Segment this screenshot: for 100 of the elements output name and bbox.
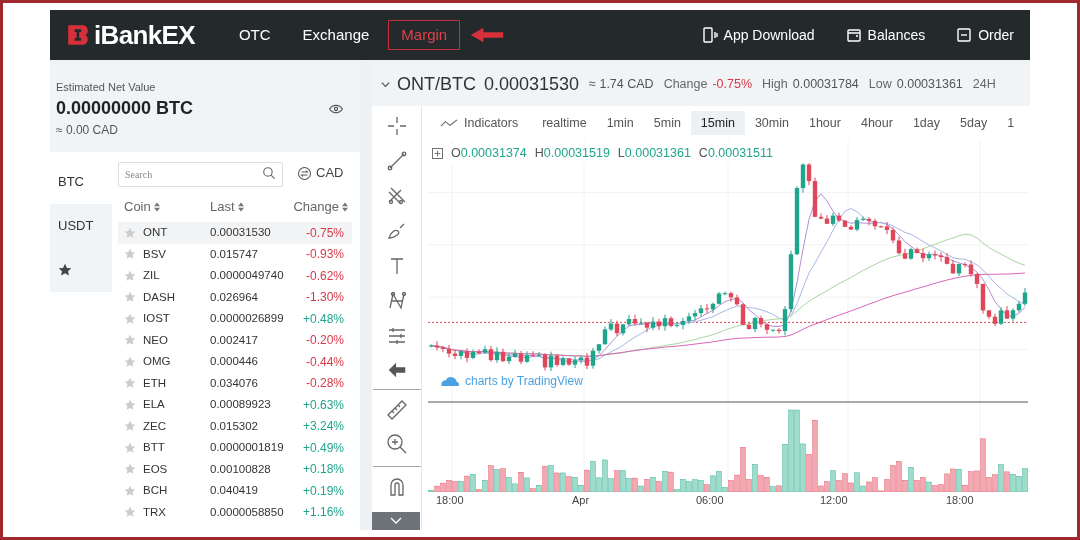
star-icon[interactable]	[124, 291, 136, 304]
interval-tab[interactable]: realtime	[532, 111, 597, 135]
change-value: -0.62%	[304, 267, 345, 285]
column-header[interactable]: Last	[210, 197, 290, 217]
coin-name: IOST	[143, 311, 171, 327]
header-button[interactable]: App Download	[700, 24, 815, 46]
market-row[interactable]: BCH 0.040419 +0.19%	[118, 480, 352, 502]
coin-name: DASH	[143, 289, 176, 305]
document-icon	[955, 26, 974, 44]
market-row[interactable]: OMG 0.000446 -0.44%	[118, 351, 352, 373]
change-value: +0.19%	[301, 482, 345, 500]
market-row[interactable]: ONT 0.00031530 -0.75%	[118, 222, 352, 244]
star-icon[interactable]	[124, 398, 136, 411]
stat-label: 24H	[972, 75, 996, 93]
market-tab[interactable]: USDT	[50, 204, 112, 248]
interval-tab[interactable]: 15min	[690, 111, 745, 135]
star-icon[interactable]	[124, 506, 136, 519]
header-button[interactable]: Balances	[844, 24, 926, 46]
coin-name: EOS	[143, 461, 169, 477]
star-icon[interactable]	[124, 312, 136, 325]
wallet-icon	[844, 26, 863, 44]
change-value: +0.18%	[301, 461, 345, 479]
interval-tab[interactable]: 30min	[744, 111, 799, 135]
coin-name: ONT	[143, 225, 169, 241]
change-value: +1.16%	[301, 504, 345, 522]
interval-tab[interactable]: 5min	[643, 111, 691, 135]
stat-label: Low	[868, 75, 892, 93]
time-label: 12:00	[820, 493, 848, 508]
interval-tab[interactable]: 1	[997, 111, 1025, 135]
change-value: -0.20%	[304, 332, 345, 350]
market-row[interactable]: ETH 0.034076 -0.28%	[118, 372, 352, 394]
market-row[interactable]: TRX 0.0000058850 +1.16%	[118, 501, 352, 523]
stat-value: 0.00031361	[896, 75, 963, 93]
star-icon[interactable]	[124, 463, 136, 476]
last-price: 0.026964	[210, 289, 259, 305]
stat-label: Change	[663, 75, 708, 93]
last-price: 0.0000026899	[210, 311, 285, 327]
time-label: Apr	[572, 493, 590, 508]
interval-tab[interactable]: 4hour	[850, 111, 903, 135]
market-row[interactable]: BSV 0.015747 -0.93%	[118, 243, 352, 265]
header-button[interactable]: Order	[955, 24, 1014, 46]
last-price: 0.015302	[210, 418, 259, 434]
star-icon[interactable]	[124, 269, 136, 282]
change-value: -0.28%	[304, 375, 345, 393]
change-value: +0.63%	[301, 396, 345, 414]
currency-toggle[interactable]: CAD	[297, 163, 344, 183]
interval-tab[interactable]: 1min	[596, 111, 644, 135]
scroll-down-button[interactable]	[372, 512, 420, 530]
star-icon[interactable]	[124, 226, 136, 239]
market-row[interactable]: BTT 0.0000001819 +0.49%	[118, 437, 352, 459]
market-row[interactable]: ELA 0.00089923 +0.63%	[118, 394, 352, 416]
last-price: 0.00089923	[210, 397, 272, 413]
coin-name: BCH	[143, 483, 169, 499]
star-icon[interactable]	[124, 248, 136, 261]
exchange-icon	[297, 165, 312, 181]
time-label: 18:00	[946, 493, 974, 508]
sort-icon	[342, 202, 348, 212]
market-row[interactable]: DASH 0.026964 -1.30%	[118, 286, 352, 308]
logo-text: iBankEX	[94, 18, 195, 52]
market-row[interactable]: ZEC 0.015302 +3.24%	[118, 415, 352, 437]
ohlc-value: O0.00031374	[451, 145, 527, 162]
interval-tab[interactable]: 1day	[902, 111, 951, 135]
time-label: 06:00	[696, 493, 724, 508]
star-icon[interactable]	[124, 441, 136, 454]
market-row[interactable]: ZIL 0.0000049740 -0.62%	[118, 265, 352, 287]
star-icon	[58, 263, 72, 277]
wave-icon	[440, 118, 458, 128]
search-field[interactable]: Search	[118, 161, 283, 187]
account-fiat: ≈ 0.00 CAD	[56, 122, 119, 140]
ohlc-value: H0.00031519	[534, 145, 610, 162]
star-icon[interactable]	[124, 377, 136, 390]
nav-link[interactable]: Exchange	[289, 19, 383, 51]
time-label: 18:00	[436, 493, 464, 508]
last-price: 0.034076	[210, 375, 259, 391]
last-price: 0.0000058850	[210, 504, 285, 520]
last-price: 0.0000001819	[210, 440, 285, 456]
attribution-text: charts by TradingView	[465, 373, 583, 390]
star-icon[interactable]	[124, 484, 136, 497]
last-price: 0.040419	[210, 483, 259, 499]
indicators-button[interactable]: Indicators	[434, 113, 525, 133]
last-price: 0.0000049740	[210, 268, 285, 284]
stat-value: 0.00031784	[792, 75, 859, 93]
interval-tab[interactable]: 5day	[950, 111, 998, 135]
star-icon[interactable]	[124, 420, 136, 433]
market-row[interactable]: EOS 0.00100828 +0.18%	[118, 458, 352, 480]
coin-name: ZEC	[143, 418, 167, 434]
market-row[interactable]: IOST 0.0000026899 +0.48%	[118, 308, 352, 330]
interval-tab[interactable]: 1hour	[798, 111, 851, 135]
column-header[interactable]: Coin	[124, 197, 210, 217]
market-row[interactable]: NEO 0.002417 -0.20%	[118, 329, 352, 351]
coin-name: ETH	[143, 375, 167, 391]
star-icon[interactable]	[124, 334, 136, 347]
star-icon[interactable]	[124, 355, 136, 368]
favorites-tab[interactable]	[50, 248, 112, 292]
expand-icon[interactable]	[432, 147, 443, 159]
nav-link[interactable]: Margin	[388, 19, 461, 51]
nav-link[interactable]: OTC	[225, 19, 284, 51]
account-label: Estimated Net Value	[56, 79, 157, 95]
zoom-in-icon[interactable]	[384, 432, 409, 456]
column-header[interactable]: Change	[290, 197, 352, 217]
